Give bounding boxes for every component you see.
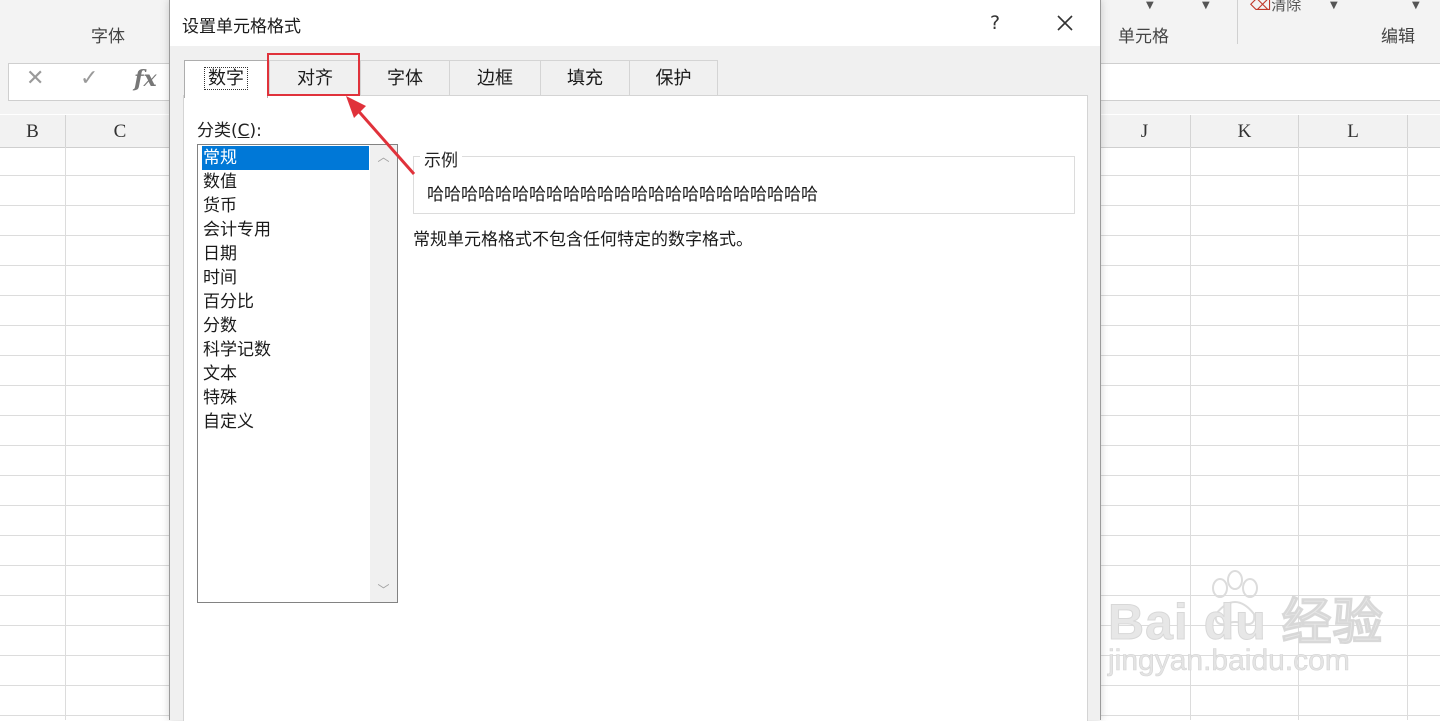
sample-legend: 示例: [420, 146, 462, 171]
list-item[interactable]: 日期: [202, 242, 369, 266]
dialog-title: 设置单元格格式: [182, 17, 301, 37]
chevron-down-icon[interactable]: ▼: [1412, 0, 1420, 11]
column-divider: [65, 147, 66, 720]
function-icon[interactable]: fx: [134, 66, 157, 92]
list-item[interactable]: 文本: [202, 362, 369, 386]
list-item[interactable]: 百分比: [202, 290, 369, 314]
tab-protection[interactable]: 保护: [629, 60, 718, 96]
category-label: 分类(C):: [197, 121, 262, 141]
list-item[interactable]: 分数: [202, 314, 369, 338]
ribbon-group-edit-label: 编辑: [1381, 27, 1415, 47]
chevron-down-icon[interactable]: ▼: [1202, 0, 1210, 11]
format-description: 常规单元格格式不包含任何特定的数字格式。: [413, 230, 753, 250]
number-tab-panel: 分类(C): 常规 数值 货币 会计专用 日期 时间 百分比 分数 科学记数 文…: [183, 95, 1088, 721]
ribbon-group-cells-label: 单元格: [1118, 27, 1169, 47]
ribbon-group-font-label: 字体: [91, 27, 125, 47]
help-button[interactable]: ?: [980, 8, 1010, 38]
tab-font[interactable]: 字体: [360, 60, 450, 96]
list-item[interactable]: 自定义: [202, 410, 369, 434]
column-header-j[interactable]: J: [1099, 115, 1191, 147]
clear-button[interactable]: ⌫清除: [1250, 0, 1301, 15]
tab-alignment[interactable]: 对齐: [269, 60, 361, 96]
column-header-b[interactable]: B: [0, 115, 66, 147]
watermark-url: jingyan.baidu.com: [1108, 644, 1350, 678]
column-divider: [1407, 147, 1408, 720]
formula-input[interactable]: [1099, 63, 1440, 101]
sample-value: 哈哈哈哈哈哈哈哈哈哈哈哈哈哈哈哈哈哈哈哈哈哈哈: [427, 185, 818, 205]
check-icon[interactable]: ✓: [80, 66, 98, 91]
annotation-arrow-icon: [346, 96, 416, 175]
column-header-l[interactable]: L: [1299, 115, 1408, 147]
list-item[interactable]: 货币: [202, 194, 369, 218]
tab-fill[interactable]: 填充: [540, 60, 630, 96]
listbox-scrollbar[interactable]: ︿ ﹀: [370, 145, 397, 602]
tab-border[interactable]: 边框: [449, 60, 541, 96]
dialog-titlebar[interactable]: 设置单元格格式 ?: [170, 0, 1100, 46]
list-item[interactable]: 科学记数: [202, 338, 369, 362]
list-item[interactable]: 时间: [202, 266, 369, 290]
list-item[interactable]: 特殊: [202, 386, 369, 410]
list-item[interactable]: 会计专用: [202, 218, 369, 242]
chevron-down-icon[interactable]: ▼: [1146, 0, 1154, 11]
column-header-k[interactable]: K: [1191, 115, 1299, 147]
column-header-c[interactable]: C: [66, 115, 175, 147]
category-listbox[interactable]: 常规 数值 货币 会计专用 日期 时间 百分比 分数 科学记数 文本 特殊 自定…: [197, 144, 398, 603]
chevron-down-icon[interactable]: ﹀: [370, 580, 397, 600]
chevron-down-icon[interactable]: ▼: [1330, 0, 1338, 11]
close-icon[interactable]: ✕: [26, 66, 44, 91]
ribbon-separator: [1237, 0, 1238, 44]
tab-number[interactable]: 数字: [184, 60, 268, 98]
close-button[interactable]: [1048, 8, 1082, 38]
close-icon: [1057, 15, 1073, 31]
format-cells-dialog: 设置单元格格式 ? 数字 对齐 字体 边框 填充 保护 分类(C): 常规 数值…: [169, 0, 1101, 721]
